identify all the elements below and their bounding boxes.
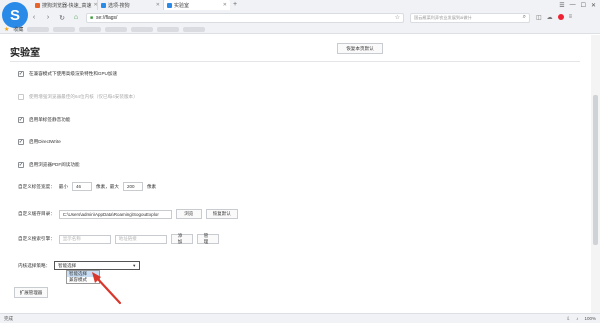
option-64bit-kernel: 使用增强浏览器最佳的64位内核（仅已每4安装版本） (18, 94, 138, 100)
tab-sogou-home[interactable]: 搜狗浏览器-快速_高速 ✕ (32, 0, 98, 10)
kernel-strategy-label: 内核选择策略： (18, 262, 51, 268)
browse-button[interactable]: 浏览 (175, 209, 202, 219)
checkbox[interactable]: ✓ (18, 71, 24, 77)
kernel-selected-value: 智能选择 (58, 262, 77, 268)
bookmark-item[interactable] (105, 26, 128, 32)
search-engine-label: 自定义搜索引擎： (18, 236, 55, 241)
kernel-row: 内核选择策略： 智能选择 ▼ (18, 261, 141, 270)
option-label: 启用DirectWrite (29, 139, 61, 144)
extension-icon[interactable]: ◫ (536, 14, 542, 21)
cache-dir-input[interactable]: C:\Users\admin\AppData\Roaming\SogouExpl… (58, 209, 172, 219)
back-icon[interactable]: ‹ (30, 14, 38, 21)
cache-dir-row: 自定义缓存目录： C:\Users\admin\AppData\Roaming\… (18, 209, 238, 219)
close-icon[interactable]: ✕ (223, 2, 227, 8)
vertical-scrollbar[interactable] (591, 35, 600, 313)
min-label: 最小 (58, 183, 68, 189)
secure-icon: ■ (90, 14, 94, 21)
address-bar[interactable]: ■ se://flags/ ☆ (86, 12, 404, 23)
page-title: 实验室 (10, 48, 40, 59)
max-label: 像素，最大 (95, 183, 119, 189)
restore-page-defaults-button[interactable]: 恢复本页默认 (337, 43, 383, 54)
kernel-dropdown-list: 智能选择 兼容模式 (66, 270, 100, 284)
tab-favicon-icon (35, 2, 40, 8)
option-label: 启用单标签静音功能 (29, 117, 71, 122)
window-close-icon[interactable]: ✕ (591, 2, 596, 9)
tab-title: 实验室 (174, 2, 190, 9)
search-icon[interactable]: ⌕ (523, 14, 526, 21)
tab-width-label: 自定义标签宽度： (18, 183, 55, 189)
tab-title: 搜狗浏览器-快速_高速 (42, 2, 92, 9)
chevron-down-icon: ▼ (132, 263, 137, 268)
option-gpu-acceleration[interactable]: ✓ 在兼容模式下使用高级渲染特性和GPU加速 (18, 71, 117, 77)
bookmark-item[interactable] (131, 26, 154, 32)
cache-dir-label: 自定义缓存目录： (18, 211, 55, 216)
bookmark-item[interactable] (27, 26, 50, 32)
refresh-icon[interactable]: ↻ (58, 14, 66, 22)
notification-icon[interactable] (557, 14, 564, 20)
option-label: 使用增强浏览器最佳的64位内核（仅已每4安装版本） (29, 94, 138, 99)
scrollbar-thumb[interactable] (593, 95, 598, 245)
search-engine-row: 自定义搜索引擎： 显示名称 地址链接 添加 管理 (18, 233, 219, 244)
manage-engines-button[interactable]: 管理 (196, 233, 219, 244)
option-label: 启用浏览器PDF阅读功能 (29, 162, 80, 167)
add-engine-button[interactable]: 添加 (170, 233, 193, 244)
bookmark-item[interactable] (53, 26, 76, 32)
close-icon[interactable]: ✕ (156, 2, 160, 8)
max-width-input[interactable]: 200 (122, 182, 143, 191)
option-label: 在兼容模式下使用高级渲染特性和GPU加速 (29, 71, 118, 76)
tab-strip: 搜狗浏览器-快速_高速 ✕ 选项-搜狗 ✕ 实验室 ✕ + (32, 0, 240, 10)
tab-options[interactable]: 选项-搜狗 ✕ (98, 0, 164, 10)
min-width-input[interactable]: 46 (71, 182, 92, 191)
engine-url-input[interactable]: 地址链接 (114, 234, 167, 244)
option-tab-mute[interactable]: ✓ 启用单标签静音功能 (18, 117, 70, 123)
browser-chrome: S 搜狗浏览器-快速_高速 ✕ 选项-搜狗 ✕ 实验室 ✕ + ☰ — ☐ ✕ … (0, 0, 600, 34)
download-icon[interactable]: ⇩ (566, 316, 570, 322)
option-pdf-reader[interactable]: ✓ 启用浏览器PDF阅读功能 (18, 162, 80, 168)
tab-lab[interactable]: 实验室 ✕ (164, 0, 230, 10)
option-directwrite[interactable]: ✓ 启用DirectWrite (18, 139, 61, 145)
address-text[interactable]: se://flags/ (96, 15, 117, 21)
search-placeholder: 国云雁菜利弄农业发展到ai做什 (414, 14, 472, 20)
checkbox[interactable]: ✓ (18, 117, 24, 123)
menu-icon[interactable]: ≡ (569, 14, 573, 21)
forward-icon[interactable]: › (44, 14, 52, 21)
engine-name-input[interactable]: 显示名称 (58, 234, 111, 244)
bookmark-star-icon: ★ (4, 26, 10, 33)
bookmark-item[interactable] (183, 26, 206, 32)
home-icon[interactable]: ⌂ (72, 14, 80, 21)
divider (10, 61, 580, 62)
restore-default-button[interactable]: 恢复默认 (205, 209, 238, 219)
checkbox[interactable]: ✓ (18, 162, 24, 168)
tab-width-row: 自定义标签宽度： 最小 46 像素，最大 200 像素 (18, 182, 156, 191)
dropdown-option-compat[interactable]: 兼容模式 (67, 277, 99, 283)
extension-manager-button[interactable]: 扩展管理器 (14, 287, 48, 298)
tab-favicon-icon (101, 2, 106, 8)
pixel-unit-label: 像素 (146, 183, 157, 189)
checkbox (18, 94, 24, 100)
status-bar: 完成 ⇩ ♪ 100% (0, 313, 600, 323)
status-tools: ⇩ ♪ 100% (566, 316, 596, 322)
maximize-icon[interactable]: ☐ (581, 2, 586, 9)
toolbar-icons: ◫ ☁ ≡ (536, 14, 572, 21)
cloud-icon[interactable]: ☁ (547, 14, 553, 21)
status-text: 完成 (4, 315, 13, 321)
tab-favicon-icon (167, 2, 172, 8)
zoom-level[interactable]: 100% (584, 316, 596, 321)
bookmarks-label[interactable]: 收藏 (13, 26, 23, 33)
bookmarks-bar: ★ 收藏 (0, 24, 600, 34)
search-box[interactable]: 国云雁菜利弄农业发展到ai做什 ⌕ (410, 12, 530, 23)
tab-title: 选项-搜狗 (108, 2, 130, 9)
speaker-icon[interactable]: ♪ (576, 316, 578, 321)
window-controls: ☰ — ☐ ✕ (559, 0, 600, 10)
bookmark-item[interactable] (79, 26, 102, 32)
bookmark-item[interactable] (157, 26, 180, 32)
favorite-star-icon[interactable]: ☆ (395, 14, 400, 21)
minimize-icon[interactable]: — (570, 2, 576, 8)
kernel-strategy-select[interactable]: 智能选择 ▼ (54, 261, 141, 270)
skin-icon[interactable]: ☰ (559, 2, 564, 9)
checkbox[interactable]: ✓ (18, 139, 24, 145)
new-tab-button[interactable]: + (230, 0, 240, 10)
navigation-bar: ‹ › ↻ ⌂ ■ se://flags/ ☆ 国云雁菜利弄农业发展到ai做什 … (30, 11, 600, 24)
lab-page: 实验室 恢复本页默认 ✓ 在兼容模式下使用高级渲染特性和GPU加速 使用增强浏览… (0, 35, 590, 313)
